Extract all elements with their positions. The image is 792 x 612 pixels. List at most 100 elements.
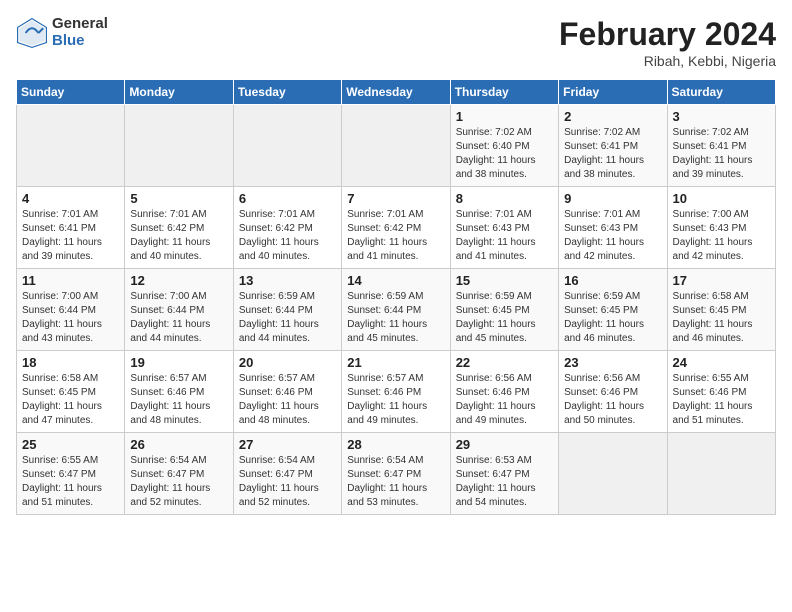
calendar-week-2: 4Sunrise: 7:01 AM Sunset: 6:41 PM Daylig… (17, 187, 776, 269)
calendar-cell (17, 105, 125, 187)
day-info: Sunrise: 6:55 AM Sunset: 6:46 PM Dayligh… (673, 372, 770, 428)
day-number: 28 (347, 437, 444, 452)
day-number: 24 (673, 355, 770, 370)
day-number: 5 (130, 191, 227, 206)
day-number: 13 (239, 273, 336, 288)
day-number: 19 (130, 355, 227, 370)
day-info: Sunrise: 7:00 AM Sunset: 6:44 PM Dayligh… (22, 290, 119, 346)
day-info: Sunrise: 6:56 AM Sunset: 6:46 PM Dayligh… (456, 372, 553, 428)
header-row: SundayMondayTuesdayWednesdayThursdayFrid… (17, 80, 776, 105)
day-number: 7 (347, 191, 444, 206)
calendar-week-1: 1 Sunrise: 7:02 AM Sunset: 6:40 PM Daylig… (17, 105, 776, 187)
day-number: 4 (22, 191, 119, 206)
day-info: Sunrise: 7:00 AM Sunset: 6:44 PM Dayligh… (130, 290, 227, 346)
calendar-cell: 3Sunrise: 7:02 AM Sunset: 6:41 PM Daylig… (667, 105, 775, 187)
day-info: Sunrise: 7:02 AM Sunset: 6:41 PM Dayligh… (673, 126, 770, 182)
calendar-cell: 12 Sunrise: 7:00 AM Sunset: 6:44 PM Dayli… (125, 269, 233, 351)
day-info: Sunrise: 7:01 AM Sunset: 6:43 PM Dayligh… (456, 208, 553, 264)
day-info: Sunrise: 7:00 AM Sunset: 6:43 PM Dayligh… (673, 208, 770, 264)
day-info: Sunrise: 6:54 AM Sunset: 6:47 PM Dayligh… (347, 454, 444, 510)
calendar-cell: 6 Sunrise: 7:01 AM Sunset: 6:42 PM Daylig… (233, 187, 341, 269)
day-number: 14 (347, 273, 444, 288)
day-info: Sunrise: 7:01 AM Sunset: 6:43 PM Dayligh… (564, 208, 661, 264)
logo-general: General (52, 16, 108, 33)
calendar-cell: 21 Sunrise: 6:57 AM Sunset: 6:46 PM Dayli… (342, 351, 450, 433)
day-number: 11 (22, 273, 119, 288)
calendar-cell: 29Sunrise: 6:53 AM Sunset: 6:47 PM Dayli… (450, 433, 558, 515)
calendar-cell: 7 Sunrise: 7:01 AM Sunset: 6:42 PM Daylig… (342, 187, 450, 269)
calendar-cell: 17 Sunrise: 6:58 AM Sunset: 6:45 PM Dayli… (667, 269, 775, 351)
day-info: Sunrise: 7:02 AM Sunset: 6:40 PM Dayligh… (456, 126, 553, 182)
day-number: 22 (456, 355, 553, 370)
day-number: 26 (130, 437, 227, 452)
day-number: 21 (347, 355, 444, 370)
day-number: 8 (456, 191, 553, 206)
calendar-cell: 20 Sunrise: 6:57 AM Sunset: 6:46 PM Dayli… (233, 351, 341, 433)
day-number: 6 (239, 191, 336, 206)
day-info: Sunrise: 7:01 AM Sunset: 6:42 PM Dayligh… (347, 208, 444, 264)
day-number: 18 (22, 355, 119, 370)
calendar-cell: 16 Sunrise: 6:59 AM Sunset: 6:45 PM Dayli… (559, 269, 667, 351)
day-info: Sunrise: 6:57 AM Sunset: 6:46 PM Dayligh… (347, 372, 444, 428)
logo-text: General Blue (52, 16, 108, 49)
day-info: Sunrise: 6:57 AM Sunset: 6:46 PM Dayligh… (130, 372, 227, 428)
header-day-tuesday: Tuesday (233, 80, 341, 105)
calendar-cell (125, 105, 233, 187)
calendar-cell: 19 Sunrise: 6:57 AM Sunset: 6:46 PM Dayli… (125, 351, 233, 433)
calendar-cell: 8 Sunrise: 7:01 AM Sunset: 6:43 PM Daylig… (450, 187, 558, 269)
day-info: Sunrise: 6:58 AM Sunset: 6:45 PM Dayligh… (673, 290, 770, 346)
day-info: Sunrise: 6:58 AM Sunset: 6:45 PM Dayligh… (22, 372, 119, 428)
calendar-cell: 13 Sunrise: 6:59 AM Sunset: 6:44 PM Dayli… (233, 269, 341, 351)
calendar-cell (233, 105, 341, 187)
calendar-cell: 24 Sunrise: 6:55 AM Sunset: 6:46 PM Dayli… (667, 351, 775, 433)
calendar-cell: 11 Sunrise: 7:00 AM Sunset: 6:44 PM Dayli… (17, 269, 125, 351)
calendar-cell: 26Sunrise: 6:54 AM Sunset: 6:47 PM Dayli… (125, 433, 233, 515)
day-number: 10 (673, 191, 770, 206)
day-number: 9 (564, 191, 661, 206)
day-number: 16 (564, 273, 661, 288)
calendar-cell: 10 Sunrise: 7:00 AM Sunset: 6:43 PM Dayli… (667, 187, 775, 269)
calendar-cell: 28 Sunrise: 6:54 AM Sunset: 6:47 PM Dayli… (342, 433, 450, 515)
day-info: Sunrise: 6:59 AM Sunset: 6:44 PM Dayligh… (239, 290, 336, 346)
logo-icon (16, 17, 48, 49)
day-number: 29 (456, 437, 553, 452)
location-subtitle: Ribah, Kebbi, Nigeria (559, 53, 776, 69)
day-info: Sunrise: 7:02 AM Sunset: 6:41 PM Dayligh… (564, 126, 661, 182)
calendar-cell: 4Sunrise: 7:01 AM Sunset: 6:41 PM Daylig… (17, 187, 125, 269)
header-day-sunday: Sunday (17, 80, 125, 105)
calendar-cell: 27Sunrise: 6:54 AM Sunset: 6:47 PM Dayli… (233, 433, 341, 515)
header-day-saturday: Saturday (667, 80, 775, 105)
calendar-cell: 9 Sunrise: 7:01 AM Sunset: 6:43 PM Daylig… (559, 187, 667, 269)
calendar-cell: 18 Sunrise: 6:58 AM Sunset: 6:45 PM Dayli… (17, 351, 125, 433)
day-info: Sunrise: 6:59 AM Sunset: 6:45 PM Dayligh… (456, 290, 553, 346)
header-day-thursday: Thursday (450, 80, 558, 105)
title-block: February 2024 Ribah, Kebbi, Nigeria (559, 16, 776, 69)
calendar-cell: 2 Sunrise: 7:02 AM Sunset: 6:41 PM Daylig… (559, 105, 667, 187)
day-number: 1 (456, 109, 553, 124)
header-day-friday: Friday (559, 80, 667, 105)
day-number: 17 (673, 273, 770, 288)
day-number: 2 (564, 109, 661, 124)
calendar-table: SundayMondayTuesdayWednesdayThursdayFrid… (16, 79, 776, 515)
calendar-cell: 22 Sunrise: 6:56 AM Sunset: 6:46 PM Dayli… (450, 351, 558, 433)
day-number: 12 (130, 273, 227, 288)
day-info: Sunrise: 6:59 AM Sunset: 6:44 PM Dayligh… (347, 290, 444, 346)
day-info: Sunrise: 6:55 AM Sunset: 6:47 PM Dayligh… (22, 454, 119, 510)
day-number: 25 (22, 437, 119, 452)
logo-blue: Blue (52, 33, 108, 50)
day-info: Sunrise: 7:01 AM Sunset: 6:42 PM Dayligh… (130, 208, 227, 264)
calendar-cell (559, 433, 667, 515)
calendar-cell: 23Sunrise: 6:56 AM Sunset: 6:46 PM Dayli… (559, 351, 667, 433)
day-info: Sunrise: 6:59 AM Sunset: 6:45 PM Dayligh… (564, 290, 661, 346)
calendar-header: SundayMondayTuesdayWednesdayThursdayFrid… (17, 80, 776, 105)
day-info: Sunrise: 6:56 AM Sunset: 6:46 PM Dayligh… (564, 372, 661, 428)
calendar-week-5: 25 Sunrise: 6:55 AM Sunset: 6:47 PM Dayli… (17, 433, 776, 515)
calendar-cell (667, 433, 775, 515)
calendar-week-4: 18 Sunrise: 6:58 AM Sunset: 6:45 PM Dayli… (17, 351, 776, 433)
calendar-body: 1 Sunrise: 7:02 AM Sunset: 6:40 PM Daylig… (17, 105, 776, 515)
day-number: 20 (239, 355, 336, 370)
calendar-cell: 5 Sunrise: 7:01 AM Sunset: 6:42 PM Daylig… (125, 187, 233, 269)
day-info: Sunrise: 6:57 AM Sunset: 6:46 PM Dayligh… (239, 372, 336, 428)
calendar-cell: 14 Sunrise: 6:59 AM Sunset: 6:44 PM Dayli… (342, 269, 450, 351)
day-info: Sunrise: 7:01 AM Sunset: 6:42 PM Dayligh… (239, 208, 336, 264)
